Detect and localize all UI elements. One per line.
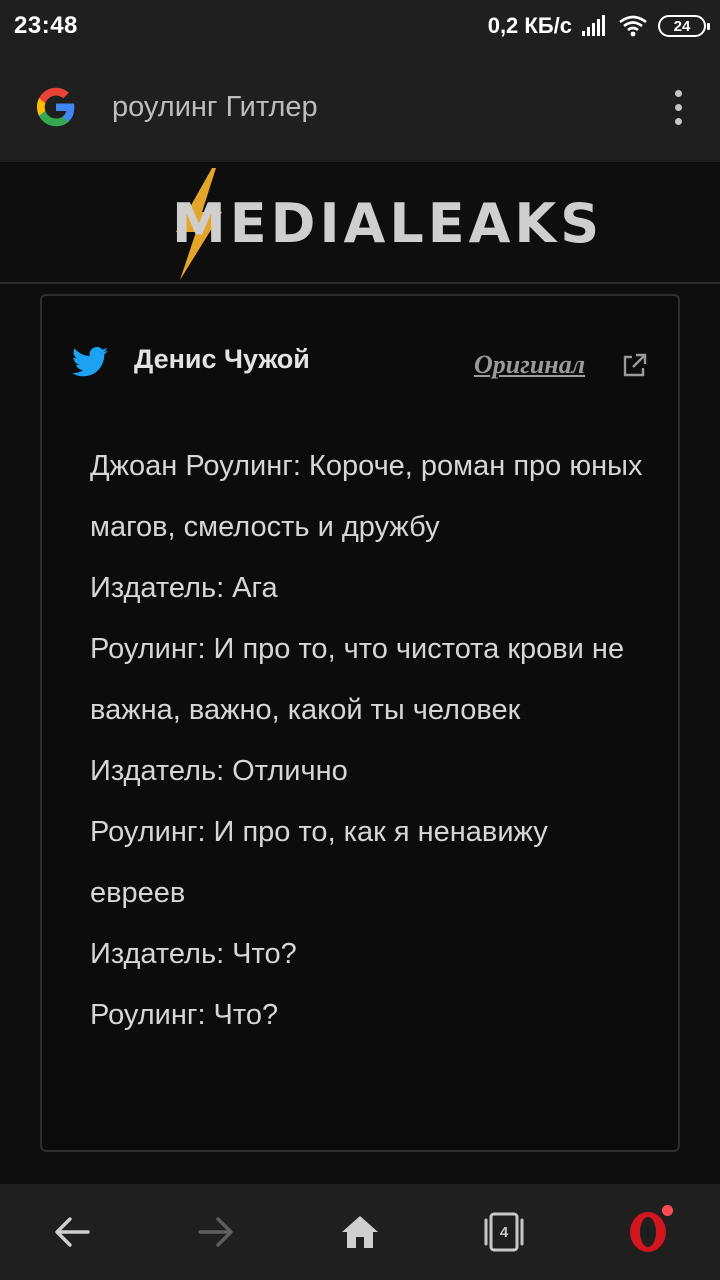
tweet-line: Издатель: Ага bbox=[90, 572, 278, 604]
external-link-icon[interactable] bbox=[620, 352, 648, 380]
forward-button[interactable] bbox=[181, 1197, 251, 1267]
tweet-text: Джоан Роулинг: Короче, роман про юных ма… bbox=[90, 436, 650, 1046]
opera-menu-button[interactable] bbox=[613, 1197, 683, 1267]
forward-arrow-icon bbox=[198, 1217, 233, 1247]
notification-dot bbox=[662, 1205, 673, 1216]
browser-nav-bar: 4 bbox=[0, 1184, 720, 1280]
search-query[interactable]: роулинг Гитлер bbox=[112, 91, 660, 124]
network-speed: 0,2 КБ/с bbox=[487, 13, 572, 38]
opera-icon bbox=[630, 1212, 666, 1252]
tweet-line: Издатель: Что? bbox=[90, 938, 297, 970]
battery-icon: 24 bbox=[658, 15, 710, 37]
signal-icon bbox=[582, 15, 605, 36]
status-time: 23:48 bbox=[14, 12, 78, 39]
site-header: MEDIALEAKS bbox=[0, 162, 720, 284]
more-vertical-icon[interactable] bbox=[660, 82, 696, 132]
back-arrow-icon bbox=[55, 1217, 90, 1247]
status-indicators: 0,2 КБ/с 24 bbox=[487, 13, 710, 39]
battery-level: 24 bbox=[673, 17, 691, 35]
tweet-line: Издатель: Отлично bbox=[90, 755, 348, 787]
tabs-button[interactable]: 4 bbox=[469, 1197, 539, 1267]
tabs-count: 4 bbox=[499, 1223, 509, 1241]
tweet-line: Роулинг: И про то, как я ненавижу евреев bbox=[90, 816, 548, 909]
tweet-line: Роулинг: Что? bbox=[90, 999, 279, 1031]
tweet-line: Роулинг: И про то, что чистота крови не … bbox=[90, 633, 625, 726]
search-bar[interactable]: роулинг Гитлер bbox=[0, 52, 720, 162]
wifi-icon bbox=[619, 15, 647, 37]
home-button[interactable] bbox=[325, 1197, 395, 1267]
status-bar: 23:48 0,2 КБ/с 24 bbox=[0, 0, 720, 52]
twitter-icon bbox=[72, 347, 108, 377]
home-icon bbox=[342, 1216, 378, 1248]
original-link[interactable]: Оригинал bbox=[474, 350, 585, 380]
tweet-line: Джоан Роулинг: Короче, роман про юных ма… bbox=[90, 450, 643, 543]
tweet-card: Денис Чужой Оригинал Джоан Роулинг: Коро… bbox=[40, 294, 680, 1152]
back-button[interactable] bbox=[37, 1197, 107, 1267]
tweet-author[interactable]: Денис Чужой bbox=[134, 344, 310, 375]
google-logo-icon bbox=[36, 87, 75, 127]
site-logo[interactable]: MEDIALEAKS bbox=[172, 192, 603, 255]
